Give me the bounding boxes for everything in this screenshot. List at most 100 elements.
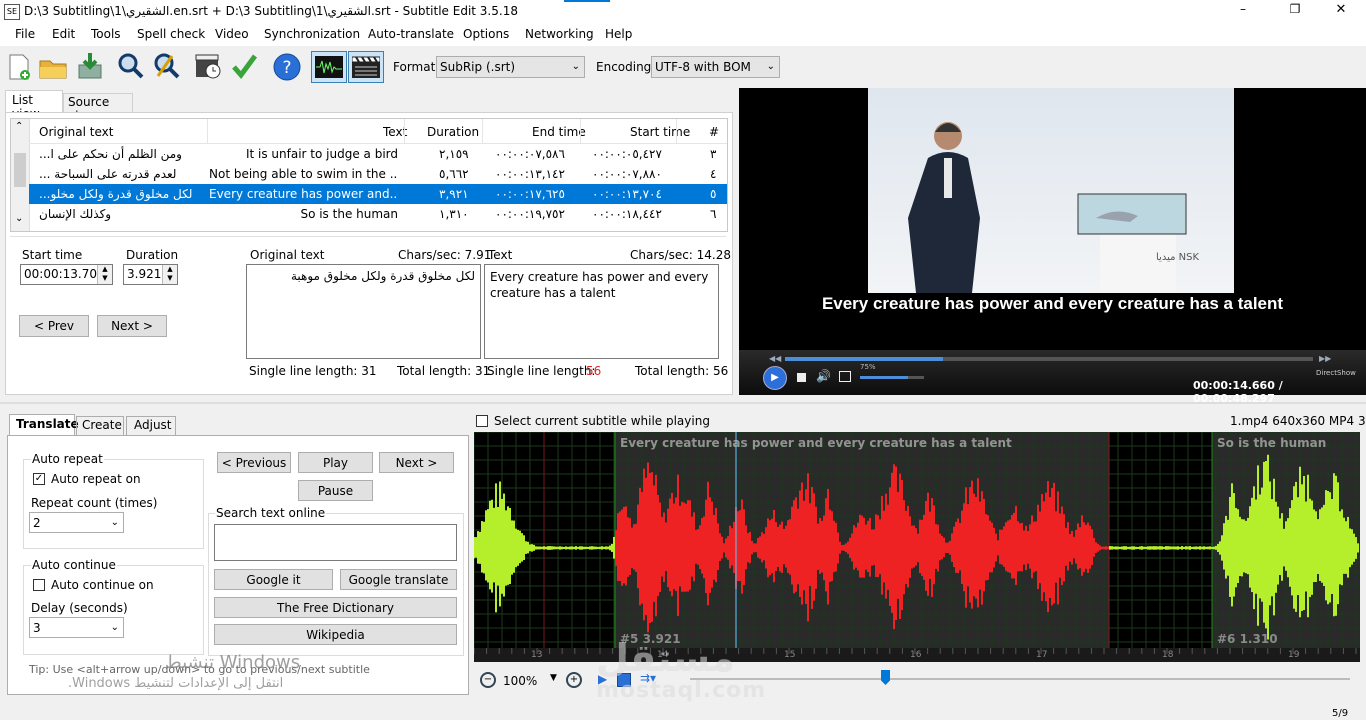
splitter[interactable]: [0, 402, 1366, 404]
wikipedia-button[interactable]: Wikipedia: [214, 624, 457, 645]
prev-button[interactable]: < Prev: [19, 315, 89, 337]
google-translate-button[interactable]: Google translate: [340, 569, 457, 590]
col-start-header[interactable]: Start time: [630, 121, 690, 143]
cell-original: لكل مخلوق قدرة ولكل مخلو...: [39, 187, 193, 201]
auto-continue-checkbox[interactable]: [33, 579, 45, 591]
col-original-header[interactable]: Original text: [39, 121, 113, 143]
menu-options[interactable]: Options: [463, 27, 509, 41]
chevron-down-icon: ▼: [550, 673, 557, 683]
tab-list-view[interactable]: List view: [5, 90, 63, 121]
repeat-count-select[interactable]: 2 ⌄: [29, 512, 124, 533]
cell-num: ٤: [710, 167, 717, 181]
fast-forward-icon[interactable]: ▶▶: [1319, 354, 1331, 363]
spell-check-icon[interactable]: [230, 52, 258, 80]
next-button[interactable]: Next >: [379, 452, 454, 473]
play-button[interactable]: ▶: [763, 366, 787, 390]
start-time-spinner[interactable]: ▲ ▼: [97, 265, 112, 284]
encoding-value: UTF-8 with BOM: [655, 60, 751, 74]
table-row[interactable]: وكذلك الإنسان So is the human ١,٣١٠ ٠٠:٠…: [29, 204, 727, 224]
zoom-in-icon[interactable]: +: [566, 672, 582, 688]
auto-continue-title: Auto continue: [31, 558, 117, 572]
menu-synchronization[interactable]: Synchronization: [264, 27, 360, 41]
col-num-header[interactable]: #: [709, 121, 719, 143]
free-dictionary-button[interactable]: The Free Dictionary: [214, 597, 457, 618]
help-icon[interactable]: ?: [272, 52, 302, 82]
format-label: Format: [393, 60, 436, 74]
menu-tools[interactable]: Tools: [91, 27, 121, 41]
table-row[interactable]: ومن الظلم أن نحكم على ا... It is unfair …: [29, 144, 727, 164]
delay-select[interactable]: 3 ⌄: [29, 617, 124, 638]
cell-original: لعدم قدرته على السباحة ...: [39, 167, 177, 181]
chevron-down-icon[interactable]: ⌄: [15, 213, 23, 224]
format-select[interactable]: SubRip (.srt) ⌄: [436, 56, 585, 78]
menu-help[interactable]: Help: [605, 27, 632, 41]
replace-icon[interactable]: [153, 52, 181, 80]
position-slider[interactable]: [690, 678, 1350, 680]
waveform-toggle-button[interactable]: [311, 51, 347, 83]
waveform-canvas[interactable]: [474, 432, 1360, 662]
list-scrollbar[interactable]: ⌃ ⌄: [11, 119, 30, 231]
fullscreen-icon[interactable]: [839, 371, 851, 382]
chevron-up-icon[interactable]: ⌃: [15, 121, 23, 132]
zoom-out-icon[interactable]: −: [480, 672, 496, 688]
volume-slider[interactable]: [860, 376, 924, 379]
open-folder-icon[interactable]: [38, 53, 68, 81]
zoom-select[interactable]: 100% ▼: [500, 672, 560, 690]
table-row-selected[interactable]: لكل مخلوق قدرة ولكل مخلو... Every creatu…: [29, 184, 727, 204]
auto-repeat-checkbox[interactable]: ✓: [33, 473, 45, 485]
menu-networking[interactable]: Networking: [525, 27, 594, 41]
tab-translate[interactable]: Translate: [9, 414, 79, 436]
find-icon[interactable]: [117, 52, 145, 80]
play-button[interactable]: Play: [298, 452, 373, 473]
video-player[interactable]: ميديا NSK Every creature has power and e…: [739, 88, 1366, 405]
duration-label: Duration: [126, 248, 179, 262]
encoding-select[interactable]: UTF-8 with BOM ⌄: [651, 56, 780, 78]
new-file-icon[interactable]: [5, 53, 33, 81]
editor-separator: [10, 236, 726, 237]
scroll-thumb[interactable]: [14, 153, 26, 187]
original-text-label: Original text: [250, 248, 325, 262]
stop-icon[interactable]: [797, 373, 806, 382]
maximize-button[interactable]: ❐: [1280, 2, 1310, 16]
search-online-title: Search text online: [215, 506, 327, 520]
table-row[interactable]: لعدم قدرته على السباحة ... Not being abl…: [29, 164, 727, 184]
search-text-input[interactable]: [214, 524, 457, 561]
next-button[interactable]: Next >: [97, 315, 167, 337]
rewind-icon[interactable]: ◀◀: [769, 354, 781, 363]
video-toggle-button[interactable]: [348, 51, 384, 83]
minimize-button[interactable]: –: [1228, 2, 1258, 16]
start-time-input[interactable]: 00:00:13.704 ▲ ▼: [20, 264, 113, 285]
menu-auto-translate[interactable]: Auto-translate: [368, 27, 454, 41]
tab-adjust[interactable]: Adjust: [126, 416, 176, 436]
menu-video[interactable]: Video: [215, 27, 249, 41]
select-while-playing-label: Select current subtitle while playing: [494, 414, 710, 428]
position-slider-thumb[interactable]: [881, 670, 890, 685]
menu-file[interactable]: File: [15, 27, 35, 41]
google-it-button[interactable]: Google it: [214, 569, 333, 590]
window-title: D:\3 Subtitling\الشقيري\1.en.srt + D:\3 …: [24, 4, 518, 18]
tab-create[interactable]: Create: [76, 416, 124, 436]
close-button[interactable]: ✕: [1326, 2, 1356, 17]
brand-watermark: مستقل: [596, 636, 735, 680]
menu-spell-check[interactable]: Spell check: [137, 27, 205, 41]
tab-source-view[interactable]: Source view: [63, 93, 133, 123]
pause-button[interactable]: Pause: [298, 480, 373, 501]
menu-edit[interactable]: Edit: [52, 27, 75, 41]
visual-sync-icon[interactable]: [193, 51, 223, 81]
duration-input[interactable]: 3.921 ▲ ▼: [123, 264, 178, 285]
original-text-box[interactable]: لكل مخلوق قدرة ولكل مخلوق موهبة: [246, 264, 481, 359]
mute-icon[interactable]: 🔊: [816, 369, 831, 383]
text-single-length-value: 56: [586, 364, 602, 378]
previous-button[interactable]: < Previous: [217, 452, 291, 473]
col-end-header[interactable]: End time: [532, 121, 586, 143]
col-duration-header[interactable]: Duration: [427, 121, 479, 143]
subtitle-list[interactable]: ⌃ ⌄ Original text Text Duration End time…: [10, 118, 728, 232]
text-single-length-label: Single line length:: [487, 364, 596, 378]
auto-continue-on-label: Auto continue on: [51, 578, 154, 592]
select-while-playing-checkbox[interactable]: [476, 415, 488, 427]
save-icon[interactable]: [75, 51, 105, 81]
duration-spinner[interactable]: ▲ ▼: [162, 265, 177, 284]
seek-bar[interactable]: [785, 357, 1313, 361]
cell-duration: ٣,٩٢١: [439, 187, 469, 201]
text-box[interactable]: Every creature has power and every creat…: [484, 264, 719, 359]
